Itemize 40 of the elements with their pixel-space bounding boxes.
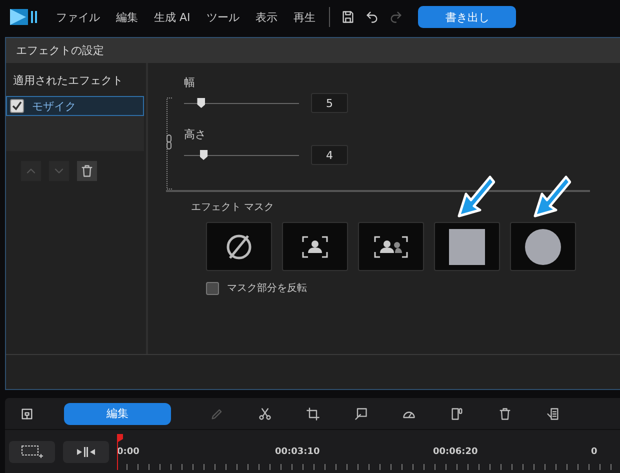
effect-mask-heading: エフェクト マスク (190, 201, 276, 214)
delete-button[interactable] (77, 161, 97, 181)
menu-item[interactable]: 表示 (247, 10, 286, 24)
slider-label: 高さ (183, 127, 207, 143)
fit-arrows-icon (76, 446, 96, 456)
edit-button[interactable]: 編集 (64, 402, 171, 424)
slider-thumb[interactable] (200, 150, 208, 160)
invert-label: マスク部分を反転 (227, 282, 307, 295)
value-field[interactable]: 4 (311, 145, 348, 165)
mask-option[interactable] (358, 222, 424, 271)
invert-checkbox[interactable] (206, 282, 219, 294)
trash-icon (80, 164, 94, 178)
timecode-label: 00:03:10 (275, 446, 321, 456)
export-button[interactable]: 書き出し (418, 6, 516, 28)
dialog-title: エフェクトの設定 (6, 38, 620, 63)
mask-option[interactable] (206, 222, 272, 271)
app-logo-icon[interactable] (10, 8, 38, 26)
person-frame-icon (302, 236, 328, 258)
timecode-label: 0:00 (117, 446, 140, 456)
applied-effects-heading: 適用されたエフェクト (12, 73, 124, 89)
mask-option[interactable] (282, 222, 348, 271)
value-field[interactable]: 5 (311, 93, 348, 113)
menu-item[interactable]: 生成 AI (146, 10, 198, 24)
effect-item[interactable]: モザイク (6, 96, 144, 116)
slider-label: 幅 (183, 75, 196, 91)
square-icon (449, 228, 485, 264)
add-track-button[interactable] (9, 440, 55, 462)
timecode-label: 0 (591, 446, 598, 456)
menu-item[interactable]: ツール (198, 10, 248, 24)
circle-icon (525, 228, 561, 264)
timecode-label: 00:06:20 (433, 446, 479, 456)
people-frame-icon (374, 236, 408, 258)
fit-timeline-button[interactable] (63, 440, 109, 462)
effect-checkbox[interactable] (10, 99, 24, 113)
menu-item[interactable]: ファイル (48, 10, 108, 24)
menu-item[interactable]: 再生 (285, 10, 324, 24)
slider-thumb[interactable] (197, 98, 206, 108)
add-track-icon (21, 444, 43, 458)
menu-item[interactable]: 編集 (108, 10, 146, 24)
link-bracket-icon[interactable] (166, 97, 172, 190)
